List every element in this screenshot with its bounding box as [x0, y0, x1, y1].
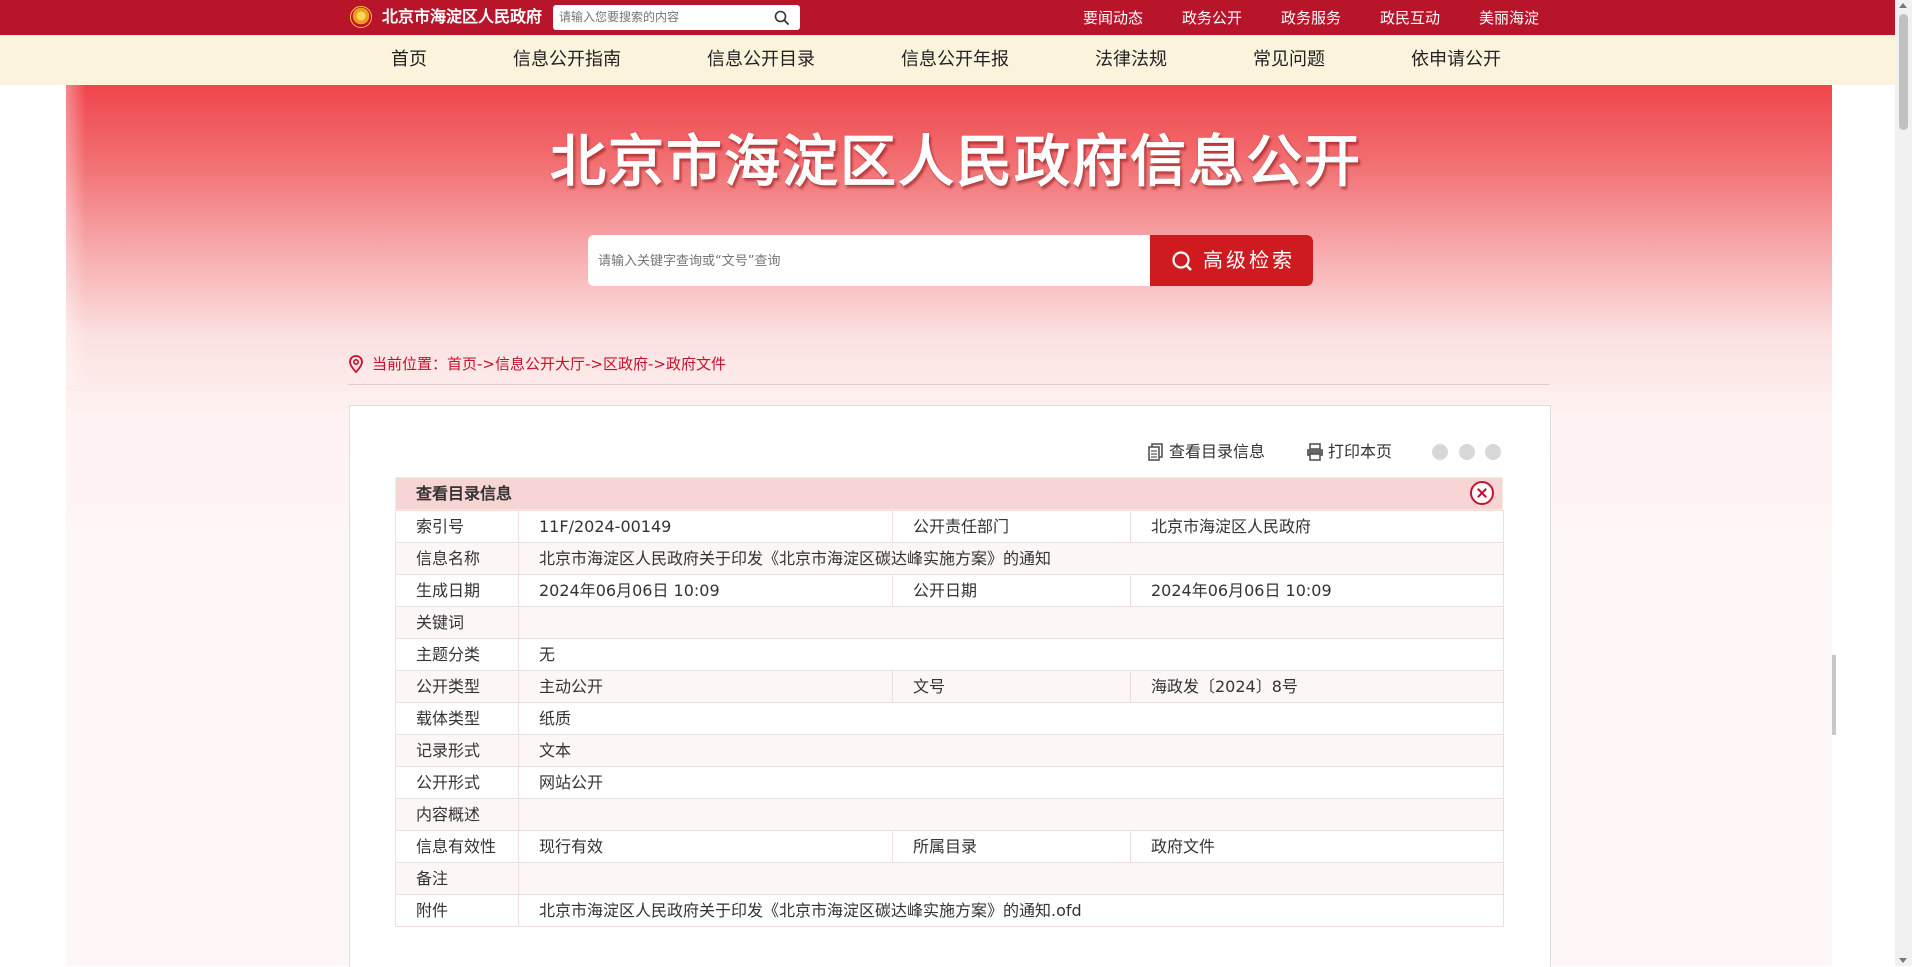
top-link-gov-affairs[interactable]: 政务公开: [1182, 8, 1281, 28]
close-icon[interactable]: [1470, 481, 1494, 505]
breadcrumb-divider: [348, 384, 1549, 385]
nav-item-guide[interactable]: 信息公开指南: [513, 49, 621, 71]
remark-label: 备注: [395, 862, 519, 895]
top-links: 要闻动态 政务公开 政务服务 政民互动 美丽海淀: [1083, 8, 1559, 28]
nav-item-faq[interactable]: 常见问题: [1253, 49, 1325, 71]
name-value: 北京市海淀区人民政府关于印发《北京市海淀区碳达峰实施方案》的通知: [518, 542, 1504, 575]
index-no-label: 索引号: [395, 510, 519, 543]
name-label: 信息名称: [395, 542, 519, 575]
form-label: 公开形式: [395, 766, 519, 799]
search-icon[interactable]: [774, 10, 790, 26]
table-row: 载体类型 纸质: [395, 702, 1504, 735]
carrier-label: 载体类型: [395, 702, 519, 735]
print-page-label: 打印本页: [1328, 442, 1393, 461]
document-icon: [1148, 443, 1163, 461]
breadcrumb-text[interactable]: 当前位置：首页->信息公开大厅->区政府->政府文件: [372, 354, 726, 374]
top-bar: 北京市海淀区人民政府 要闻动态 政务公开 政务服务 政民互动 美丽海淀: [0, 0, 1895, 35]
record-label: 记录形式: [395, 734, 519, 767]
catalog-info-title: 查看目录信息: [416, 484, 513, 503]
view-catalog-info-label: 查看目录信息: [1169, 442, 1266, 461]
table-row: 公开形式 网站公开: [395, 766, 1504, 799]
doc-no-label: 文号: [892, 670, 1131, 703]
table-row: 索引号 11F/2024-00149 公开责任部门 北京市海淀区人民政府: [395, 510, 1504, 543]
nav-item-laws[interactable]: 法律法规: [1095, 49, 1167, 71]
topic-label: 主题分类: [395, 638, 519, 671]
meta-table: 索引号 11F/2024-00149 公开责任部门 北京市海淀区人民政府 信息名…: [395, 510, 1504, 927]
page-title: 北京市海淀区人民政府信息公开: [550, 130, 1362, 195]
table-row: 公开类型 主动公开 文号 海政发〔2024〕8号: [395, 670, 1504, 703]
top-search-input[interactable]: [559, 7, 759, 27]
top-link-beautiful-haidian[interactable]: 美丽海淀: [1479, 8, 1559, 28]
carrier-value: 纸质: [518, 702, 1504, 735]
table-row: 关键词: [395, 606, 1504, 639]
advanced-search-button[interactable]: 高级检索: [1150, 235, 1313, 286]
scroll-down-arrow-icon[interactable]: [1899, 958, 1907, 963]
doc-no-value: 海政发〔2024〕8号: [1130, 670, 1504, 703]
top-link-services[interactable]: 政务服务: [1281, 8, 1380, 28]
table-row: 信息名称 北京市海淀区人民政府关于印发《北京市海淀区碳达峰实施方案》的通知: [395, 542, 1504, 575]
main-search-input[interactable]: [598, 251, 1118, 271]
top-link-interaction[interactable]: 政民互动: [1380, 8, 1479, 28]
wechat-share-icon[interactable]: [1432, 444, 1448, 460]
open-type-value: 主动公开: [518, 670, 893, 703]
remark-value: [518, 862, 1504, 895]
scroll-up-arrow-icon[interactable]: [1899, 3, 1907, 8]
top-search-box: [553, 5, 800, 30]
view-catalog-info-button[interactable]: 查看目录信息: [1148, 441, 1265, 463]
favorite-star-icon[interactable]: [1485, 444, 1501, 460]
attachment-link[interactable]: 北京市海淀区人民政府关于印发《北京市海淀区碳达峰实施方案》的通知.ofd: [518, 894, 1504, 927]
weibo-share-icon[interactable]: [1459, 444, 1475, 460]
vertical-scrollbar[interactable]: [1895, 0, 1912, 966]
keywords-label: 关键词: [395, 606, 519, 639]
site-title[interactable]: 北京市海淀区人民政府: [382, 7, 542, 27]
nav-item-apply[interactable]: 依申请公开: [1411, 49, 1501, 71]
catalog-label: 所属目录: [892, 830, 1131, 863]
catalog-info-header: 查看目录信息: [395, 477, 1503, 510]
nav-item-catalog[interactable]: 信息公开目录: [707, 49, 815, 71]
table-row: 附件 北京市海淀区人民政府关于印发《北京市海淀区碳达峰实施方案》的通知.ofd: [395, 894, 1504, 927]
dept-value: 北京市海淀区人民政府: [1130, 510, 1504, 543]
printer-icon: [1307, 443, 1323, 461]
table-row: 主题分类 无: [395, 638, 1504, 671]
summary-value: [518, 798, 1504, 831]
table-row: 备注: [395, 862, 1504, 895]
advanced-search-label: 高级检索: [1203, 248, 1295, 272]
nav-item-home[interactable]: 首页: [391, 49, 427, 71]
print-page-button[interactable]: 打印本页: [1306, 441, 1392, 463]
open-type-label: 公开类型: [395, 670, 519, 703]
topic-value: 无: [518, 638, 1504, 671]
published-label: 公开日期: [892, 574, 1131, 607]
right-edge-decoration: [1832, 655, 1836, 735]
created-value: 2024年06月06日 10:09: [518, 574, 893, 607]
nav-item-annual-report[interactable]: 信息公开年报: [901, 49, 1009, 71]
scrollbar-thumb[interactable]: [1899, 14, 1908, 130]
main-search-box: 高级检索: [588, 235, 1313, 286]
location-pin-icon: [349, 355, 363, 373]
national-emblem-icon: [350, 6, 372, 28]
record-value: 文本: [518, 734, 1504, 767]
created-label: 生成日期: [395, 574, 519, 607]
top-link-news[interactable]: 要闻动态: [1083, 8, 1182, 28]
keywords-value: [518, 606, 1504, 639]
search-icon: [1172, 251, 1192, 271]
validity-value: 现行有效: [518, 830, 893, 863]
table-row: 内容概述: [395, 798, 1504, 831]
summary-label: 内容概述: [395, 798, 519, 831]
table-row: 记录形式 文本: [395, 734, 1504, 767]
index-no-value: 11F/2024-00149: [518, 510, 893, 543]
catalog-value: 政府文件: [1130, 830, 1504, 863]
dept-label: 公开责任部门: [892, 510, 1131, 543]
validity-label: 信息有效性: [395, 830, 519, 863]
catalog-info-table: 查看目录信息 索引号 11F/2024-00149 公开责任部门 北京市海淀区人…: [395, 477, 1504, 927]
table-row: 生成日期 2024年06月06日 10:09 公开日期 2024年06月06日 …: [395, 574, 1504, 607]
published-value: 2024年06月06日 10:09: [1130, 574, 1504, 607]
form-value: 网站公开: [518, 766, 1504, 799]
main-nav: 首页 信息公开指南 信息公开目录 信息公开年报 法律法规 常见问题 依申请公开: [0, 35, 1895, 85]
attachment-label: 附件: [395, 894, 519, 927]
table-row: 信息有效性 现行有效 所属目录 政府文件: [395, 830, 1504, 863]
